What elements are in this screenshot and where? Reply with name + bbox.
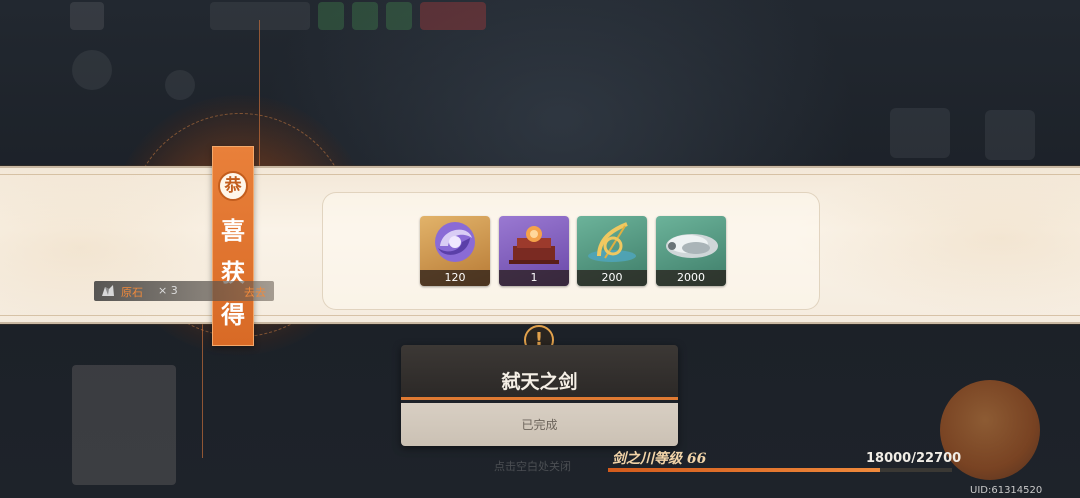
- reward-item[interactable]: 120: [420, 216, 490, 286]
- congrats-ribbon: 恭 喜 获 得: [212, 146, 254, 346]
- user-id: UID:61314520: [970, 485, 1043, 496]
- mission-status: 已完成: [521, 418, 558, 432]
- purple-orb-icon: [435, 222, 475, 262]
- loot-item-name: 原石: [121, 286, 143, 299]
- experience-bar: [608, 468, 952, 472]
- loot-notification-chip: 原石 × 3 去去: [94, 281, 274, 301]
- experience-bar-fill: [608, 468, 880, 472]
- mission-title: 弑天之剑: [501, 371, 578, 393]
- tap-to-close-hint: 点击空白处关闭: [494, 460, 571, 473]
- reward-item[interactable]: 2000: [656, 216, 726, 286]
- treasure-chest-icon: [509, 226, 559, 264]
- experience-text: 18000/22700: [866, 451, 962, 466]
- level-label: 剑之川等级 66: [612, 448, 706, 468]
- reward-item[interactable]: 1: [499, 216, 569, 286]
- item-quantity: 1: [499, 270, 569, 286]
- golden-bow-icon: [588, 222, 636, 262]
- character-card-thumbnail[interactable]: [72, 365, 176, 485]
- level-value: 66: [686, 451, 707, 467]
- raw-stone-icon: [102, 285, 114, 296]
- level-title: 剑之川等级: [612, 451, 682, 467]
- mission-card-header: 弑天之剑: [401, 345, 678, 400]
- ribbon-char: 喜: [221, 216, 245, 245]
- silver-coins-icon: [666, 234, 718, 258]
- item-quantity: 120: [420, 270, 490, 286]
- reward-items-frame: [322, 192, 820, 310]
- loot-item-count: × 3: [158, 284, 178, 297]
- item-quantity: 200: [577, 270, 647, 286]
- mission-card[interactable]: 弑天之剑 已完成: [401, 345, 678, 446]
- mission-card-body: 已完成: [401, 403, 678, 446]
- item-quantity: 2000: [656, 270, 726, 286]
- reward-item[interactable]: 200: [577, 216, 647, 286]
- loot-item-tail: 去去: [244, 286, 266, 299]
- top-toolbar: [70, 0, 490, 34]
- ribbon-seal: 恭: [218, 171, 248, 201]
